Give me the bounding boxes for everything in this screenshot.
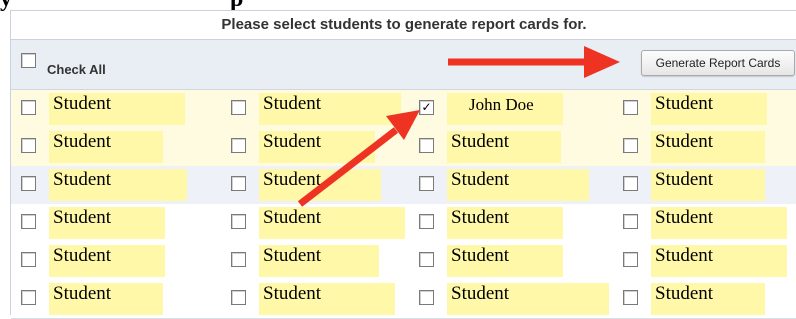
student-name: Student xyxy=(49,245,165,277)
student-checkbox[interactable] xyxy=(231,138,246,153)
student-name: Student xyxy=(49,93,185,125)
student-name: Student xyxy=(259,93,401,125)
student-checkbox[interactable] xyxy=(231,290,246,305)
student-checkbox[interactable] xyxy=(623,252,638,267)
table-header-row: Check All Generate Report Cards xyxy=(11,40,796,90)
table-row: Student Student Student Student xyxy=(11,166,796,205)
student-checkbox[interactable] xyxy=(21,290,36,305)
student-name: Student xyxy=(651,245,787,277)
student-name: Student xyxy=(651,283,765,315)
table-row: Student Student Student Student xyxy=(11,280,796,319)
student-checkbox[interactable] xyxy=(623,176,638,191)
student-checkbox[interactable] xyxy=(231,176,246,191)
student-name: Student xyxy=(49,169,187,201)
student-name: Student xyxy=(259,207,405,239)
table-row: Student Student Student Student xyxy=(11,242,796,281)
student-checkbox[interactable] xyxy=(21,176,36,191)
student-checkbox[interactable] xyxy=(419,252,434,267)
student-name: Student xyxy=(259,245,379,277)
generate-report-cards-button[interactable]: Generate Report Cards xyxy=(641,50,795,76)
student-selection-panel: Please select students to generate repor… xyxy=(10,10,796,319)
student-checkbox[interactable] xyxy=(231,252,246,267)
student-checkbox[interactable] xyxy=(623,290,638,305)
student-checkbox[interactable] xyxy=(21,138,36,153)
student-name: Student xyxy=(651,169,765,201)
student-name: Student xyxy=(651,207,787,239)
student-checkbox[interactable] xyxy=(419,138,434,153)
student-checkbox[interactable] xyxy=(623,214,638,229)
student-name: Student xyxy=(447,245,563,277)
student-checkbox[interactable] xyxy=(21,100,36,115)
student-checkbox[interactable] xyxy=(623,100,638,115)
student-name: Student xyxy=(259,283,395,315)
student-name: Student xyxy=(447,131,561,163)
student-checkbox[interactable] xyxy=(231,100,246,115)
student-name: John Doe xyxy=(447,93,563,125)
student-name: Student xyxy=(651,93,767,125)
check-all-checkbox[interactable] xyxy=(21,53,36,68)
student-name: Student xyxy=(49,207,165,239)
student-name: Student xyxy=(447,207,563,239)
student-name: Student xyxy=(49,283,163,315)
student-name: Student xyxy=(447,169,589,201)
student-name: Student xyxy=(447,283,609,315)
student-checkbox[interactable] xyxy=(419,290,434,305)
instructions-text: Please select students to generate repor… xyxy=(11,11,796,40)
student-name: Student xyxy=(49,131,163,163)
student-checkbox[interactable] xyxy=(419,100,434,115)
table-row: Student Student Student Student xyxy=(11,128,796,167)
student-name: Student xyxy=(259,131,375,163)
student-name: Student xyxy=(259,169,381,201)
student-name: Student xyxy=(651,131,765,163)
table-row: Student Student John Doe Student xyxy=(11,90,796,129)
student-checkbox[interactable] xyxy=(623,138,638,153)
student-checkbox[interactable] xyxy=(21,214,36,229)
check-all-label: Check All xyxy=(47,62,106,77)
student-checkbox[interactable] xyxy=(419,176,434,191)
student-checkbox[interactable] xyxy=(231,214,246,229)
table-row: Student Student Student Student xyxy=(11,204,796,243)
student-checkbox[interactable] xyxy=(419,214,434,229)
student-checkbox[interactable] xyxy=(21,252,36,267)
